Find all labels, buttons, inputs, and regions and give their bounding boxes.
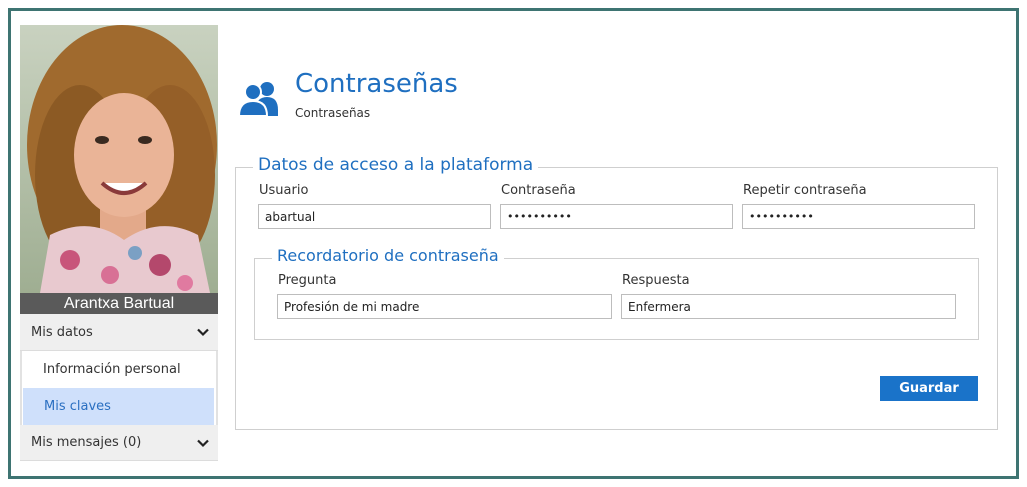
- password-label: Contraseña: [501, 183, 576, 198]
- save-button[interactable]: Guardar: [880, 376, 978, 401]
- menu-section-label: Mis datos: [31, 324, 93, 340]
- users-icon: [237, 82, 278, 117]
- sidebar-item-label: Información personal: [43, 362, 181, 377]
- chevron-down-icon: [197, 328, 209, 337]
- repeat-password-label: Repetir contraseña: [743, 183, 867, 198]
- question-field[interactable]: Profesión de mi madre: [277, 294, 612, 319]
- sidebar-menu: Mis datos Información personal Mis clave…: [20, 314, 218, 461]
- menu-section-label: Mis mensajes (0): [31, 435, 142, 450]
- page-title: Contraseñas: [295, 69, 458, 99]
- repeat-password-field[interactable]: ••••••••••: [742, 204, 975, 229]
- profile-photo: [20, 25, 218, 293]
- access-legend: Datos de acceso a la plataforma: [253, 155, 539, 175]
- user-label: Usuario: [259, 183, 309, 198]
- question-label: Pregunta: [278, 273, 337, 288]
- chevron-down-icon: [197, 439, 209, 447]
- menu-section-mis-datos[interactable]: Mis datos: [20, 314, 218, 351]
- submenu-mis-datos: Información personal Mis claves: [20, 351, 218, 425]
- sidebar-item-label: Mis claves: [44, 399, 111, 414]
- sidebar-item-mis-claves[interactable]: Mis claves: [23, 388, 214, 425]
- reminder-legend: Recordatorio de contraseña: [272, 246, 504, 265]
- answer-field[interactable]: Enfermera: [621, 294, 956, 319]
- user-field[interactable]: abartual: [258, 204, 491, 229]
- password-field[interactable]: ••••••••••: [500, 204, 733, 229]
- menu-section-mis-mensajes[interactable]: Mis mensajes (0): [20, 425, 218, 461]
- answer-label: Respuesta: [622, 273, 690, 288]
- breadcrumb: Contraseñas: [295, 106, 371, 120]
- sidebar-item-informacion-personal[interactable]: Información personal: [22, 351, 216, 388]
- user-name-bar: Arantxa Bartual: [20, 293, 218, 314]
